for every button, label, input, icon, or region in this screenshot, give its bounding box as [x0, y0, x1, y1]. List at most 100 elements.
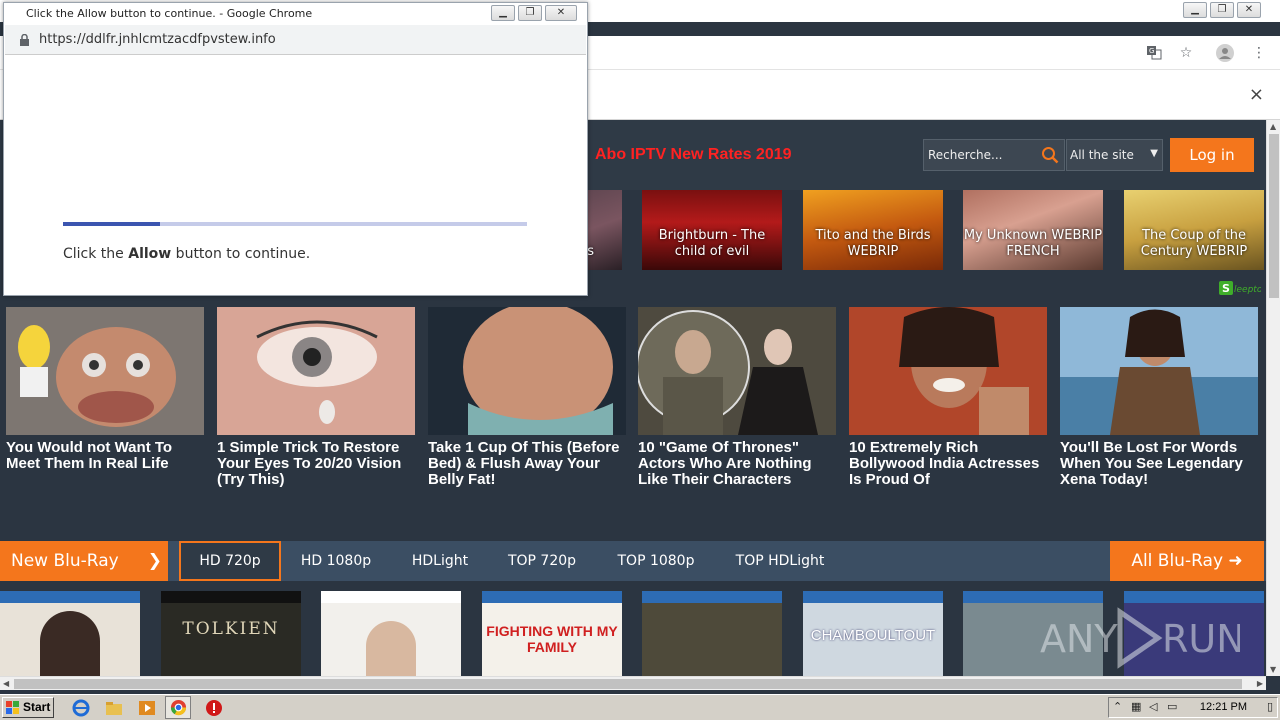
ad-card[interactable]: 10 "Game Of Thrones" Actors Who Are Noth…	[638, 307, 836, 488]
ad-card[interactable]: You'll Be Lost For Words When You See Le…	[1060, 307, 1258, 488]
stop-icon[interactable]	[205, 699, 223, 717]
scroll-down-icon[interactable]: ▼	[1270, 665, 1276, 674]
ad-title: 1 Simple Trick To Restore Your Eyes To 2…	[217, 439, 402, 488]
action-center-icon[interactable]: ▭	[1167, 700, 1177, 713]
login-button[interactable]: Log in	[1170, 138, 1254, 172]
ad-title: You Would not Want To Meet Them In Real …	[6, 439, 173, 472]
message-allow-word: Allow	[128, 246, 172, 262]
horizontal-scrollbar[interactable]: ◀ ▶	[0, 676, 1266, 690]
close-button[interactable]: ✕	[1237, 2, 1261, 18]
translate-icon[interactable]: G	[1145, 44, 1163, 62]
tab-hd-720p[interactable]: HD 720p	[179, 541, 281, 581]
message-prefix: Click the	[63, 246, 129, 262]
ad-card[interactable]: 1 Simple Trick To Restore Your Eyes To 2…	[217, 307, 415, 488]
ad-card[interactable]: You Would not Want To Meet Them In Real …	[6, 307, 204, 472]
scroll-right-icon[interactable]: ▶	[1257, 679, 1263, 688]
vertical-scroll-thumb[interactable]	[1269, 134, 1279, 298]
ad-title: 10 Extremely Rich Bollywood India Actres…	[849, 439, 1040, 488]
movie-tile[interactable]: Brightburn - The child of evil	[642, 190, 782, 270]
message-suffix: button to continue.	[171, 246, 311, 262]
tab-top-1080p[interactable]: TOP 1080p	[604, 541, 708, 581]
system-tray: ⌃ ▦ ◁ ▭ 12:21 PM ▯	[1108, 697, 1278, 718]
minimize-button[interactable]: ▁	[1183, 2, 1207, 18]
movie-tile[interactable]: The Coup of the Century WEBRIP	[1124, 190, 1264, 270]
start-label: Start	[23, 700, 51, 714]
bluray-cover[interactable]: CHAMBOULTOUT	[803, 591, 943, 676]
ad-card[interactable]: Take 1 Cup Of This (Before Bed) & Flush …	[428, 307, 626, 488]
popup-title: Click the Allow button to continue. - Go…	[26, 7, 313, 20]
popup-address-bar[interactable]: https://ddlfr.jnhlcmtzacdfpvstew.info	[5, 25, 586, 55]
scope-value: All the site	[1070, 148, 1134, 162]
search-placeholder: Recherche...	[928, 148, 1003, 162]
taskbar: Start ⌃ ▦ ◁ ▭ 12:21 PM ▯	[0, 694, 1280, 720]
sponsored-ads: You Would not Want To Meet Them In Real …	[0, 307, 1266, 507]
maximize-button[interactable]: ❐	[1210, 2, 1234, 18]
new-bluray-label: New Blu-Ray	[11, 551, 119, 571]
cover-title: TOLKIEN	[182, 619, 280, 639]
horizontal-scroll-thumb[interactable]	[14, 679, 1242, 689]
search-scope-select[interactable]: All the site ▼	[1066, 139, 1163, 171]
ad-title: You'll Be Lost For Words When You See Le…	[1060, 439, 1243, 488]
network-icon[interactable]: ▦	[1131, 700, 1141, 713]
anyrun-watermark: ANY RUN	[1040, 607, 1240, 669]
scroll-up-icon[interactable]: ▲	[1270, 122, 1276, 131]
volume-icon[interactable]: ◁	[1149, 700, 1157, 713]
chrome-taskbar-button[interactable]	[165, 696, 191, 719]
tab-top-hdlight[interactable]: TOP HDLight	[720, 541, 840, 581]
infobar-close-icon[interactable]: ×	[1249, 84, 1264, 105]
show-desktop-icon[interactable]: ▯	[1267, 700, 1273, 713]
start-button[interactable]: Start	[2, 697, 54, 718]
star-icon[interactable]: ☆	[1177, 44, 1195, 62]
tab-top-720p[interactable]: TOP 720p	[496, 541, 588, 581]
internet-explorer-icon[interactable]	[72, 699, 90, 717]
menu-icon[interactable]: ⋮	[1250, 44, 1268, 62]
all-bluray-button[interactable]: All Blu-Ray ➜	[1110, 541, 1264, 581]
cover-title: CHAMBOULTOUT	[810, 627, 936, 644]
dropdown-arrow-icon: ▼	[1150, 148, 1158, 159]
popup-url: https://ddlfr.jnhlcmtzacdfpvstew.info	[39, 32, 276, 47]
svg-text:leepto: leepto	[1234, 285, 1261, 295]
ad-card[interactable]: 10 Extremely Rich Bollywood India Actres…	[849, 307, 1047, 488]
svg-text:ANY: ANY	[1040, 617, 1118, 661]
ad-image	[428, 307, 626, 435]
ad-image	[217, 307, 415, 435]
scroll-left-icon[interactable]: ◀	[3, 679, 9, 688]
tab-hdlight[interactable]: HDLight	[398, 541, 482, 581]
ad-title: 10 "Game Of Thrones" Actors Who Are Noth…	[638, 439, 812, 488]
profile-icon[interactable]	[1216, 44, 1234, 62]
clock[interactable]: 12:21 PM	[1200, 701, 1247, 713]
ad-image	[1060, 307, 1258, 435]
movie-tile[interactable]: Tito and the Birds WEBRIP	[803, 190, 943, 270]
popup-titlebar: Click the Allow button to continue. - Go…	[4, 3, 587, 25]
progress-fill	[63, 222, 161, 226]
movie-title: The Coup of the Century WEBRIP	[1140, 228, 1248, 259]
movie-title: My Unknown WEBRIP FRENCH	[963, 228, 1103, 259]
ad-image	[6, 307, 204, 435]
svg-text:S: S	[1222, 282, 1230, 295]
ad-image	[638, 307, 836, 435]
bluray-cover[interactable]: FIGHTING WITH MY FAMILY	[482, 591, 622, 676]
svg-text:G: G	[1149, 47, 1154, 55]
cover-title: FIGHTING WITH MY FAMILY	[486, 623, 618, 655]
new-bluray-heading[interactable]: New Blu-Ray ❯	[0, 541, 168, 581]
folder-icon[interactable]	[105, 699, 123, 717]
popup-minimize-button[interactable]: ▁	[491, 5, 515, 21]
popup-close-button[interactable]: ✕	[545, 5, 577, 21]
tab-hd-1080p[interactable]: HD 1080p	[290, 541, 382, 581]
bluray-bar: New Blu-Ray ❯ HD 720p HD 1080p HDLight T…	[0, 541, 1266, 581]
bluray-cover[interactable]	[642, 591, 782, 676]
search-icon[interactable]	[1041, 146, 1059, 164]
bluray-cover[interactable]	[0, 591, 140, 676]
bluray-cover[interactable]: TOLKIEN	[161, 591, 301, 676]
ad-network-logo[interactable]: S leepto	[1219, 281, 1261, 295]
show-hidden-icons-icon[interactable]: ⌃	[1113, 700, 1122, 713]
movie-title: Brightburn - The child of evil	[658, 228, 766, 259]
popup-message: Click the Allow button to continue.	[63, 246, 310, 262]
movie-tile[interactable]: My Unknown WEBRIP FRENCH	[963, 190, 1103, 270]
popup-maximize-button[interactable]: ❐	[518, 5, 542, 21]
media-player-icon[interactable]	[138, 699, 156, 717]
vertical-scrollbar[interactable]: ▲ ▼	[1266, 120, 1280, 676]
lock-icon	[20, 34, 29, 46]
promo-link[interactable]: Abo IPTV New Rates 2019	[595, 146, 792, 164]
bluray-cover[interactable]	[321, 591, 461, 676]
